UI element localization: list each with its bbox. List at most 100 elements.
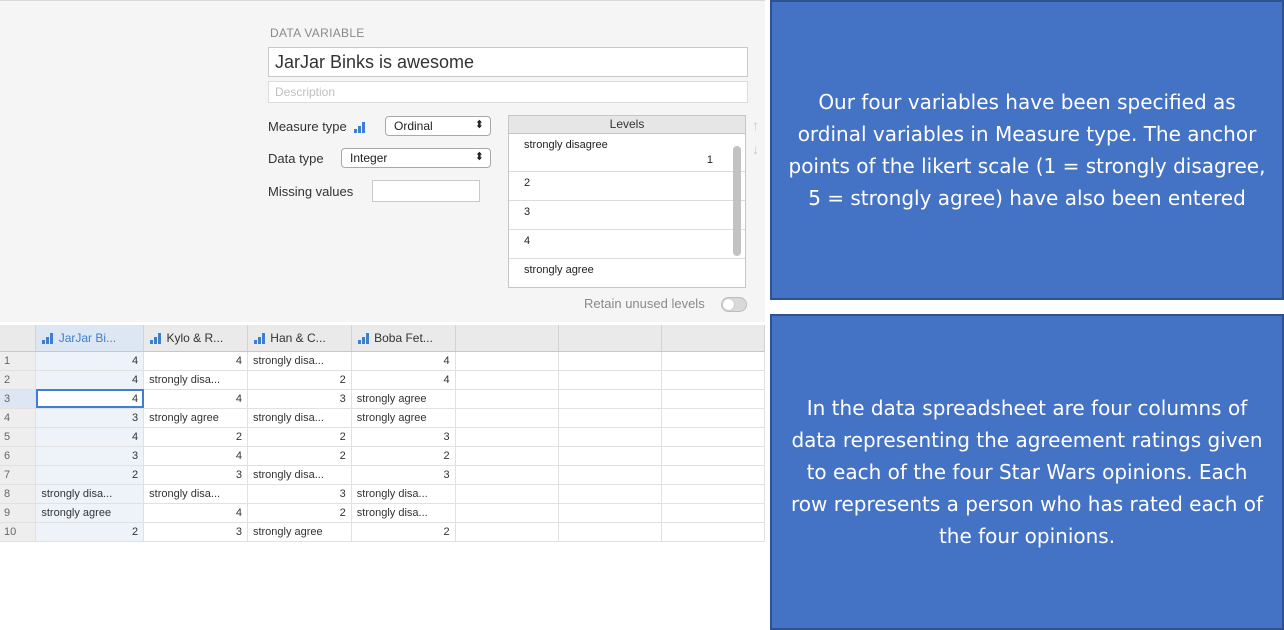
table-cell[interactable]: 3 bbox=[143, 522, 248, 542]
empty-cell[interactable] bbox=[661, 408, 765, 428]
row-number[interactable]: 9 bbox=[0, 503, 37, 523]
empty-cell[interactable] bbox=[558, 503, 662, 523]
level-item[interactable]: strongly agree bbox=[509, 259, 745, 287]
table-cell[interactable]: 2 bbox=[35, 465, 145, 485]
row-number[interactable]: 6 bbox=[0, 446, 37, 466]
table-cell[interactable]: strongly agree bbox=[351, 408, 456, 428]
empty-cell[interactable] bbox=[455, 522, 559, 542]
table-cell[interactable]: 4 bbox=[351, 370, 456, 390]
empty-cell[interactable] bbox=[558, 465, 662, 485]
missing-values-input[interactable] bbox=[372, 180, 480, 202]
table-cell[interactable]: 2 bbox=[351, 522, 456, 542]
table-cell[interactable]: 4 bbox=[35, 389, 145, 409]
empty-cell[interactable] bbox=[558, 427, 662, 447]
table-cell[interactable]: 2 bbox=[247, 446, 352, 466]
table-cell[interactable]: 3 bbox=[143, 465, 248, 485]
column-header-boba[interactable]: Boba Fet... bbox=[351, 325, 456, 352]
table-cell[interactable]: strongly agree bbox=[247, 522, 352, 542]
empty-cell[interactable] bbox=[661, 484, 765, 504]
row-number[interactable]: 2 bbox=[0, 370, 37, 390]
empty-cell[interactable] bbox=[455, 427, 559, 447]
table-cell[interactable]: 4 bbox=[35, 370, 145, 390]
table-cell[interactable]: strongly disa... bbox=[351, 484, 456, 504]
table-cell[interactable]: strongly agree bbox=[351, 389, 456, 409]
table-cell[interactable]: 2 bbox=[35, 522, 145, 542]
table-cell[interactable]: strongly agree bbox=[35, 503, 145, 523]
row-number[interactable]: 3 bbox=[0, 389, 37, 409]
empty-column-header[interactable] bbox=[558, 325, 662, 352]
empty-cell[interactable] bbox=[661, 351, 765, 371]
empty-cell[interactable] bbox=[661, 446, 765, 466]
row-number[interactable]: 5 bbox=[0, 427, 37, 447]
table-cell[interactable]: 3 bbox=[35, 408, 145, 428]
table-cell[interactable]: 2 bbox=[351, 446, 456, 466]
empty-cell[interactable] bbox=[661, 389, 765, 409]
empty-cell[interactable] bbox=[455, 465, 559, 485]
retain-unused-levels-toggle[interactable] bbox=[721, 297, 747, 312]
description-input[interactable] bbox=[268, 81, 748, 103]
column-header-jarjar[interactable]: JarJar Bi... bbox=[35, 325, 145, 352]
column-header-han[interactable]: Han & C... bbox=[247, 325, 352, 352]
empty-cell[interactable] bbox=[455, 484, 559, 504]
table-cell[interactable]: strongly disa... bbox=[247, 465, 352, 485]
table-cell[interactable]: 3 bbox=[351, 465, 456, 485]
empty-cell[interactable] bbox=[455, 389, 559, 409]
column-header-kylo[interactable]: Kylo & R... bbox=[143, 325, 248, 352]
table-cell[interactable]: 4 bbox=[143, 389, 248, 409]
table-cell[interactable]: 3 bbox=[247, 389, 352, 409]
table-cell[interactable]: 4 bbox=[143, 446, 248, 466]
table-cell[interactable]: 3 bbox=[351, 427, 456, 447]
table-cell[interactable]: 4 bbox=[143, 503, 248, 523]
table-cell[interactable]: strongly disa... bbox=[247, 351, 352, 371]
empty-cell[interactable] bbox=[661, 522, 765, 542]
table-cell[interactable]: strongly disa... bbox=[143, 484, 248, 504]
measure-type-select[interactable]: Ordinal ⬍ bbox=[385, 116, 491, 136]
level-item[interactable]: 2 bbox=[509, 172, 745, 201]
empty-cell[interactable] bbox=[558, 370, 662, 390]
levels-list[interactable]: Levels strongly disagree 1 2 3 4 strongl… bbox=[508, 115, 746, 288]
table-cell[interactable]: strongly disa... bbox=[143, 370, 248, 390]
empty-column-header[interactable] bbox=[455, 325, 559, 352]
empty-cell[interactable] bbox=[661, 370, 765, 390]
level-item[interactable]: 4 bbox=[509, 230, 745, 259]
row-number[interactable]: 7 bbox=[0, 465, 37, 485]
table-cell[interactable]: 3 bbox=[247, 484, 352, 504]
empty-cell[interactable] bbox=[558, 522, 662, 542]
variable-name-input[interactable] bbox=[268, 47, 748, 77]
table-cell[interactable]: 4 bbox=[35, 427, 145, 447]
empty-cell[interactable] bbox=[455, 408, 559, 428]
level-item[interactable]: 3 bbox=[509, 201, 745, 230]
empty-cell[interactable] bbox=[661, 427, 765, 447]
table-cell[interactable]: 2 bbox=[247, 427, 352, 447]
table-cell[interactable]: 4 bbox=[35, 351, 145, 371]
empty-cell[interactable] bbox=[558, 484, 662, 504]
row-number[interactable]: 8 bbox=[0, 484, 37, 504]
move-up-arrow-icon[interactable]: ↑ bbox=[752, 117, 759, 133]
empty-cell[interactable] bbox=[661, 465, 765, 485]
table-cell[interactable]: 4 bbox=[143, 351, 248, 371]
table-cell[interactable]: strongly agree bbox=[143, 408, 248, 428]
row-number[interactable]: 10 bbox=[0, 522, 37, 542]
empty-cell[interactable] bbox=[558, 389, 662, 409]
empty-cell[interactable] bbox=[558, 408, 662, 428]
level-item[interactable]: strongly disagree 1 bbox=[509, 134, 745, 172]
table-cell[interactable]: 2 bbox=[143, 427, 248, 447]
data-type-select[interactable]: Integer ⬍ bbox=[341, 148, 491, 168]
empty-column-header[interactable] bbox=[661, 325, 765, 352]
empty-cell[interactable] bbox=[661, 503, 765, 523]
move-down-arrow-icon[interactable]: ↓ bbox=[752, 141, 759, 157]
empty-cell[interactable] bbox=[455, 446, 559, 466]
empty-cell[interactable] bbox=[558, 446, 662, 466]
table-cell[interactable]: 2 bbox=[247, 370, 352, 390]
data-spreadsheet[interactable]: JarJar Bi... Kylo & R... Han & C... Boba… bbox=[0, 325, 765, 570]
table-cell[interactable]: 2 bbox=[247, 503, 352, 523]
empty-cell[interactable] bbox=[455, 370, 559, 390]
table-cell[interactable]: 4 bbox=[351, 351, 456, 371]
row-number[interactable]: 1 bbox=[0, 351, 37, 371]
row-number[interactable]: 4 bbox=[0, 408, 37, 428]
table-cell[interactable]: 3 bbox=[35, 446, 145, 466]
table-cell[interactable]: strongly disa... bbox=[247, 408, 352, 428]
levels-scrollbar[interactable] bbox=[733, 146, 741, 256]
empty-cell[interactable] bbox=[558, 351, 662, 371]
table-cell[interactable]: strongly disa... bbox=[35, 484, 145, 504]
